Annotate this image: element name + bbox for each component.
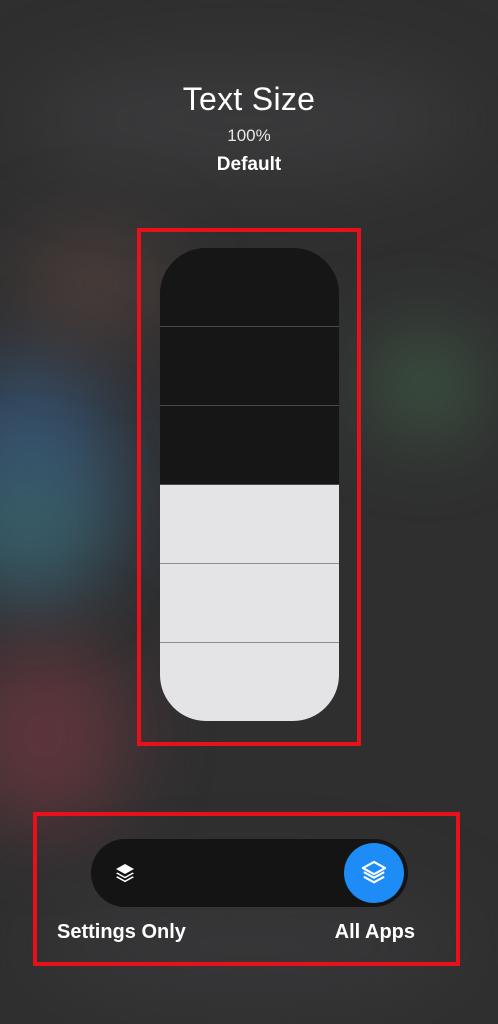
- slider-step[interactable]: [160, 327, 339, 406]
- page-title: Text Size: [182, 81, 316, 117]
- slider-step[interactable]: [160, 643, 339, 721]
- text-size-header: Text Size 100% Default: [0, 80, 498, 176]
- slider-step[interactable]: [160, 406, 339, 485]
- layers-icon[interactable]: [113, 861, 137, 885]
- text-size-percent: 100%: [227, 126, 271, 145]
- text-size-slider[interactable]: [160, 248, 339, 721]
- apply-scope-toggle[interactable]: [91, 839, 408, 907]
- all-apps-label[interactable]: All Apps: [335, 920, 415, 944]
- slider-step[interactable]: [160, 485, 339, 564]
- text-size-level-label: Default: [216, 154, 282, 175]
- settings-only-label[interactable]: Settings Only: [57, 920, 186, 944]
- slider-step[interactable]: [160, 248, 339, 327]
- layers-icon: [361, 860, 387, 884]
- slider-step[interactable]: [160, 564, 339, 643]
- all-apps-knob[interactable]: [344, 843, 404, 903]
